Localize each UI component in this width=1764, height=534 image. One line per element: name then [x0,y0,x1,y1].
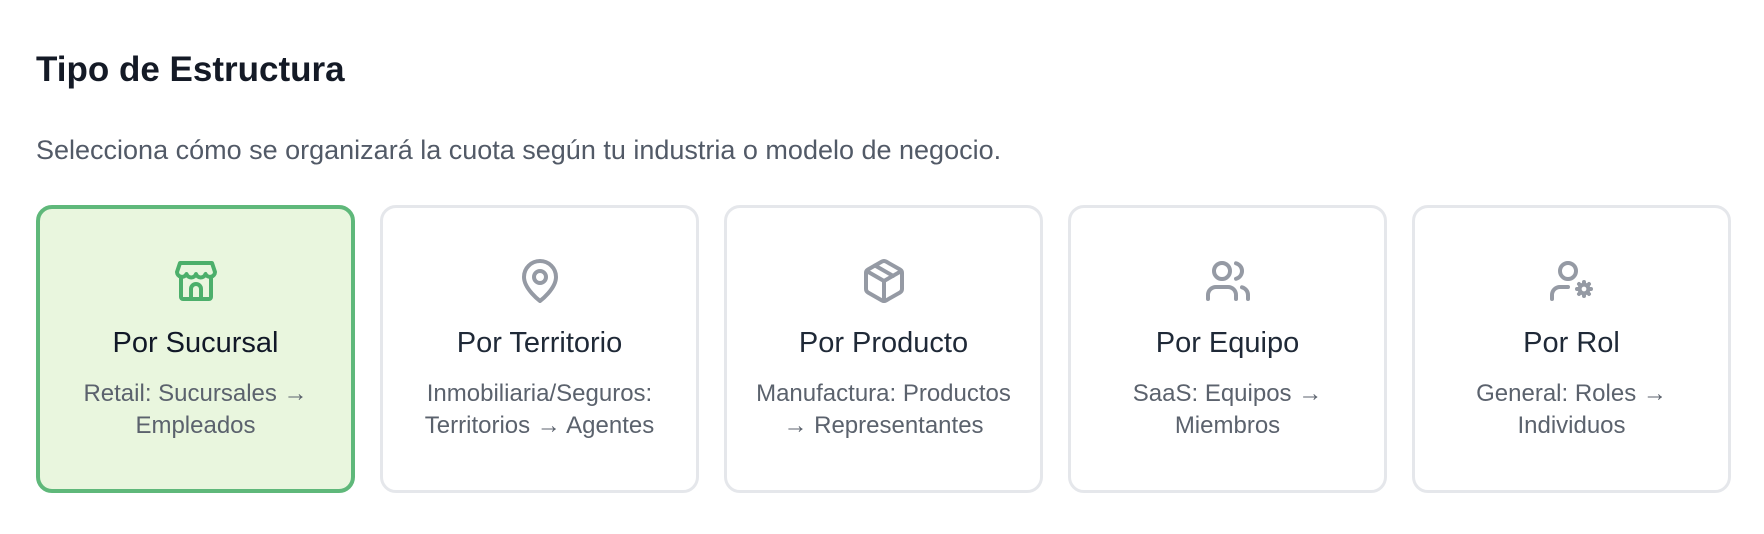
map-pin-icon [516,257,564,305]
option-card-territorio[interactable]: Por Territorio Inmobiliaria/Seguros: Ter… [380,205,699,493]
option-description: Inmobiliaria/Seguros: Territorios → Agen… [424,379,655,439]
option-title: Por Producto [798,326,969,359]
option-title: Por Rol [1523,326,1620,359]
option-description: Manufactura: Productos → Representantes [756,379,1011,439]
option-title: Por Sucursal [112,326,279,359]
user-cog-icon [1548,257,1596,305]
users-icon [1204,257,1252,305]
structure-options: Por Sucursal Retail: Sucursales → Emplea… [36,205,1731,493]
section-subtitle: Selecciona cómo se organizará la cuota s… [36,135,1002,165]
option-description: SaaS: Equipos → Miembros [1132,379,1323,439]
option-card-producto[interactable]: Por Producto Manufactura: Productos → Re… [724,205,1043,493]
option-title: Por Equipo [1155,326,1300,359]
option-card-equipo[interactable]: Por Equipo SaaS: Equipos → Miembros [1068,205,1387,493]
option-card-sucursal[interactable]: Por Sucursal Retail: Sucursales → Emplea… [36,205,355,493]
option-card-rol[interactable]: Por Rol General: Roles → Individuos [1412,205,1731,493]
option-title: Por Territorio [456,326,623,359]
option-description: General: Roles → Individuos [1476,379,1667,439]
section-title: Tipo de Estructura [36,50,345,89]
store-icon [172,257,220,305]
option-description: Retail: Sucursales → Empleados [83,379,308,439]
package-icon [860,257,908,305]
